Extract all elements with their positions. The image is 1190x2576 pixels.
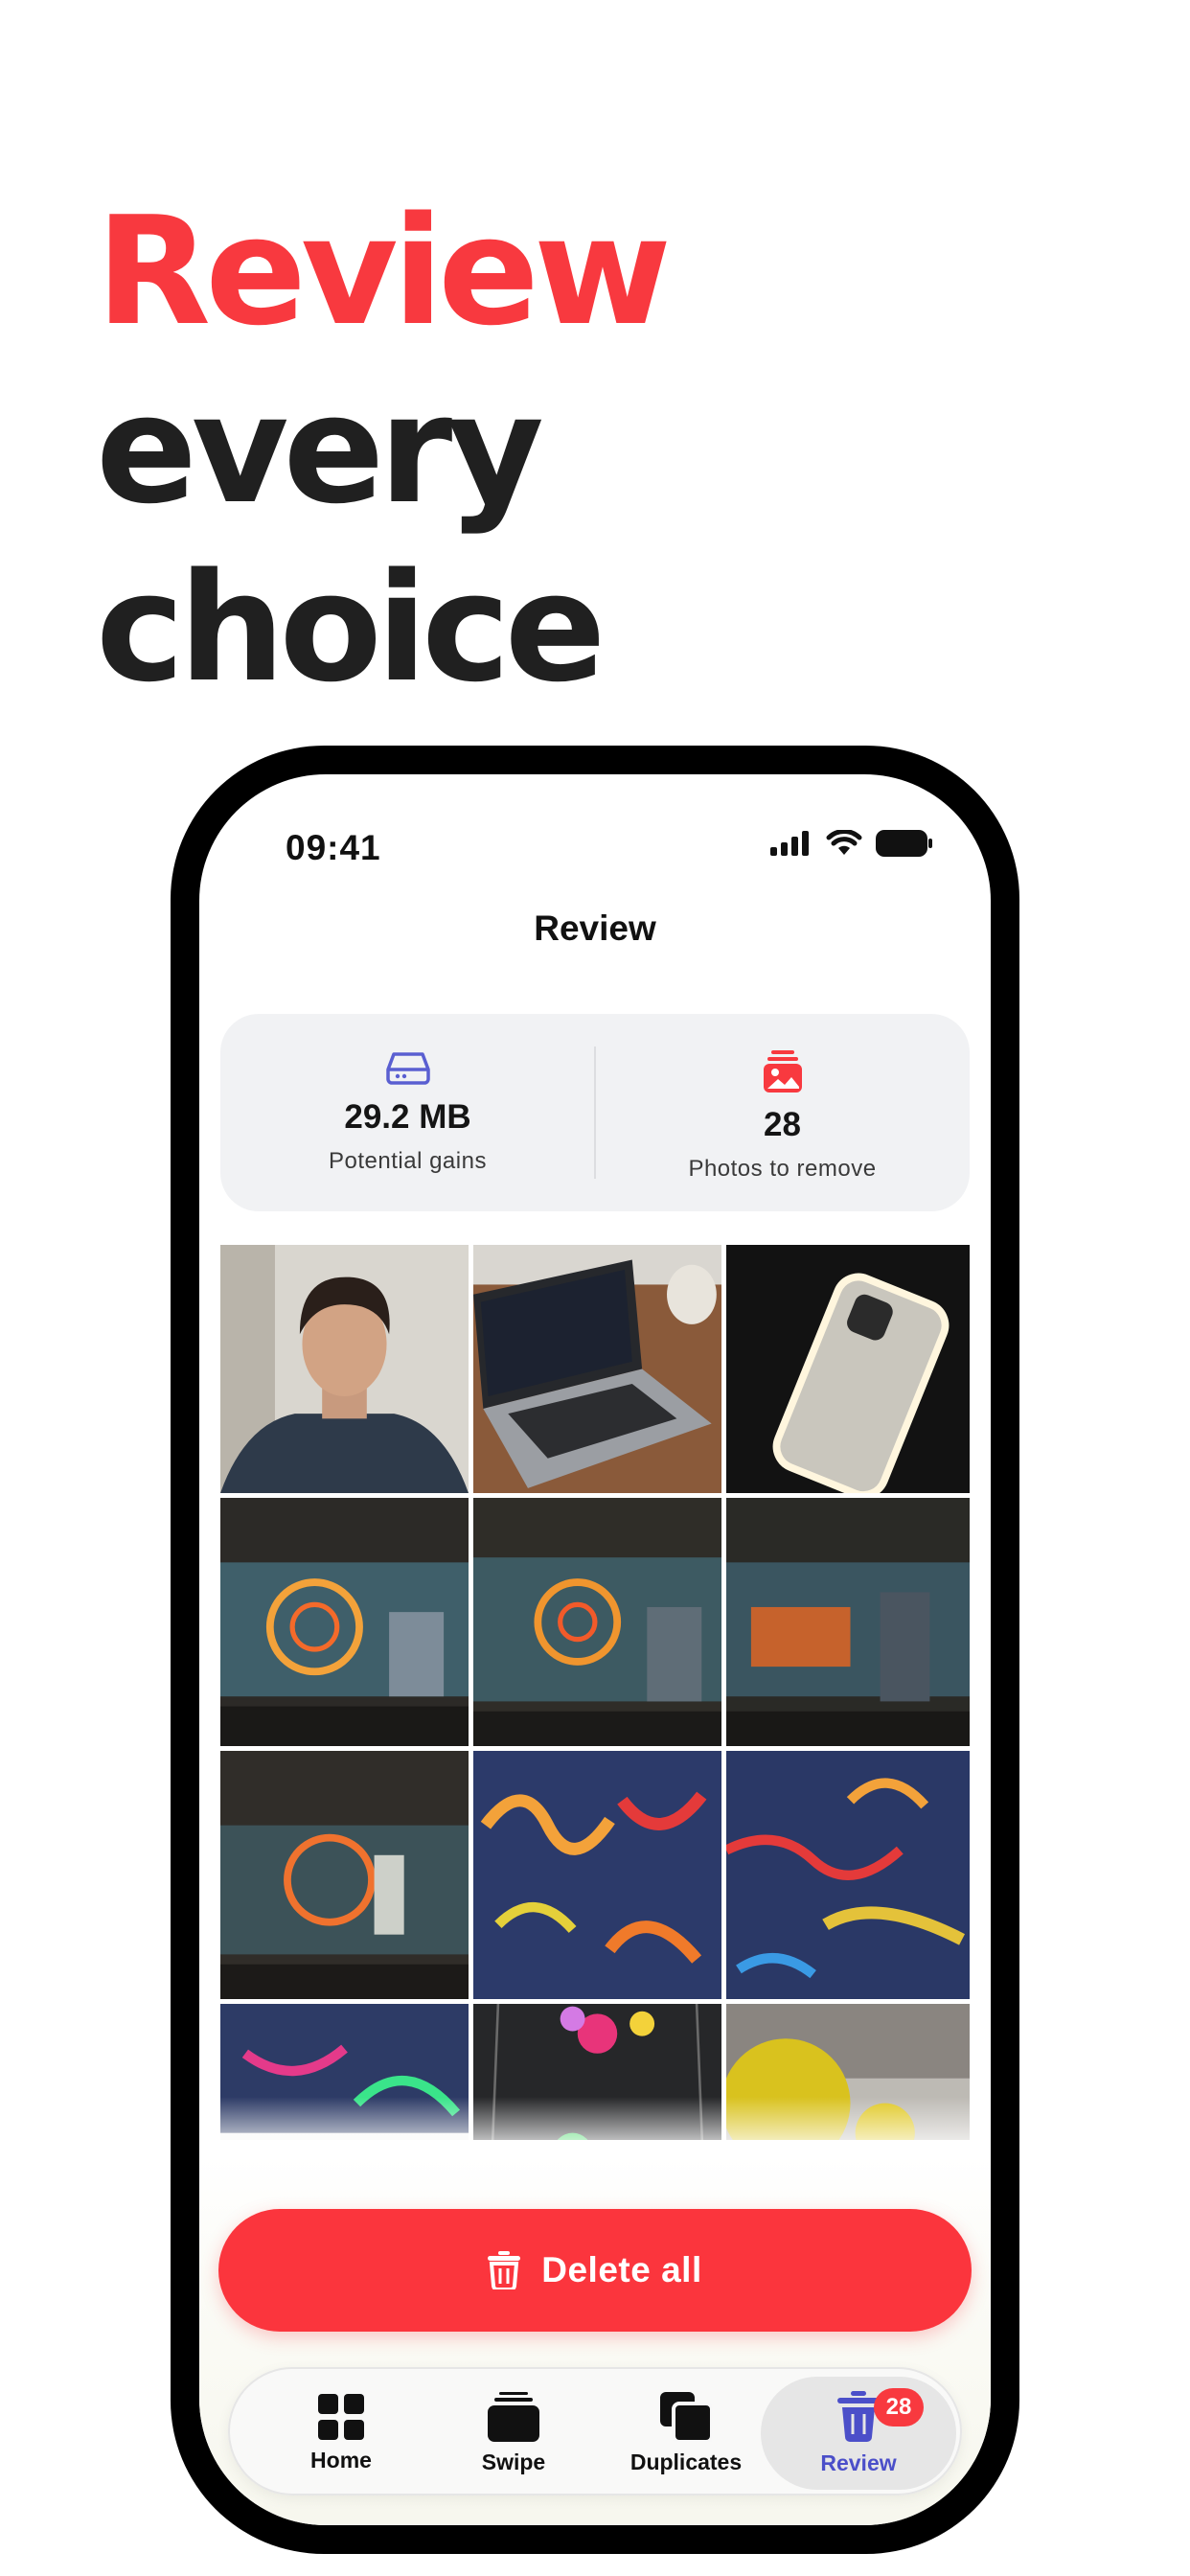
photo-thumbnail[interactable]	[726, 1751, 970, 1999]
tab-review[interactable]: Review 28	[761, 2377, 956, 2490]
headline-accent: Review	[96, 184, 672, 358]
wifi-icon	[826, 830, 862, 855]
status-icons	[770, 830, 933, 857]
photo-thumbnail[interactable]	[473, 1245, 721, 1493]
stats-card: 29.2 MB Potential gains 28 Photos to rem…	[220, 1014, 970, 1211]
stat-remove-label: Photos to remove	[688, 1156, 877, 1182]
tab-review-label: Review	[820, 2450, 897, 2475]
tab-home[interactable]: Home	[255, 2377, 427, 2490]
photo-thumbnail[interactable]	[220, 1498, 469, 1746]
photo-stack-icon	[763, 1050, 802, 1092]
tab-duplicates[interactable]: Duplicates	[600, 2377, 772, 2490]
phone-frame: 09:41 Review 29.2 MB Potential gains 28 …	[171, 746, 1019, 2554]
trash-icon	[488, 2251, 521, 2289]
stats-divider	[594, 1046, 596, 1179]
photo-thumbnail[interactable]	[726, 1498, 970, 1746]
photo-thumbnail[interactable]	[473, 1751, 721, 1999]
tab-bar: Home Swipe Duplicates Review 28	[228, 2367, 962, 2496]
photo-grid	[220, 1245, 970, 2140]
photo-thumbnail[interactable]	[220, 1751, 469, 1999]
review-count-badge: 28	[874, 2388, 924, 2426]
tab-home-label: Home	[310, 2447, 372, 2472]
stat-photos-to-remove: 28 Photos to remove	[595, 1014, 970, 1211]
stat-gains-label: Potential gains	[329, 1148, 487, 1174]
tab-swipe[interactable]: Swipe	[427, 2377, 600, 2490]
stat-remove-value: 28	[764, 1106, 801, 1143]
battery-icon	[876, 830, 932, 857]
phone-screen: 09:41 Review 29.2 MB Potential gains 28 …	[199, 774, 991, 2525]
card-stack-icon	[488, 2391, 539, 2442]
duplicate-icon	[660, 2391, 712, 2442]
page-title: Review	[534, 908, 656, 948]
headline-line1-rest: every	[96, 362, 544, 537]
grid-icon	[318, 2393, 364, 2440]
tab-swipe-label: Swipe	[481, 2449, 546, 2474]
hard-drive-icon	[385, 1052, 430, 1085]
delete-all-label: Delete all	[541, 2250, 702, 2289]
delete-all-button[interactable]: Delete all	[218, 2209, 972, 2332]
tab-duplicates-label: Duplicates	[629, 2449, 743, 2474]
headline: Review every choice	[96, 182, 1131, 717]
stat-potential-gains: 29.2 MB Potential gains	[220, 1014, 595, 1211]
photo-thumbnail[interactable]	[473, 1498, 721, 1746]
cellular-signal-icon	[770, 831, 809, 856]
photo-thumbnail[interactable]	[726, 1245, 970, 1493]
trash-icon	[837, 2390, 880, 2442]
stat-gains-value: 29.2 MB	[344, 1098, 471, 1136]
photo-thumbnail[interactable]	[220, 1245, 469, 1493]
status-time: 09:41	[286, 828, 381, 867]
headline-line2: choice	[96, 540, 606, 715]
